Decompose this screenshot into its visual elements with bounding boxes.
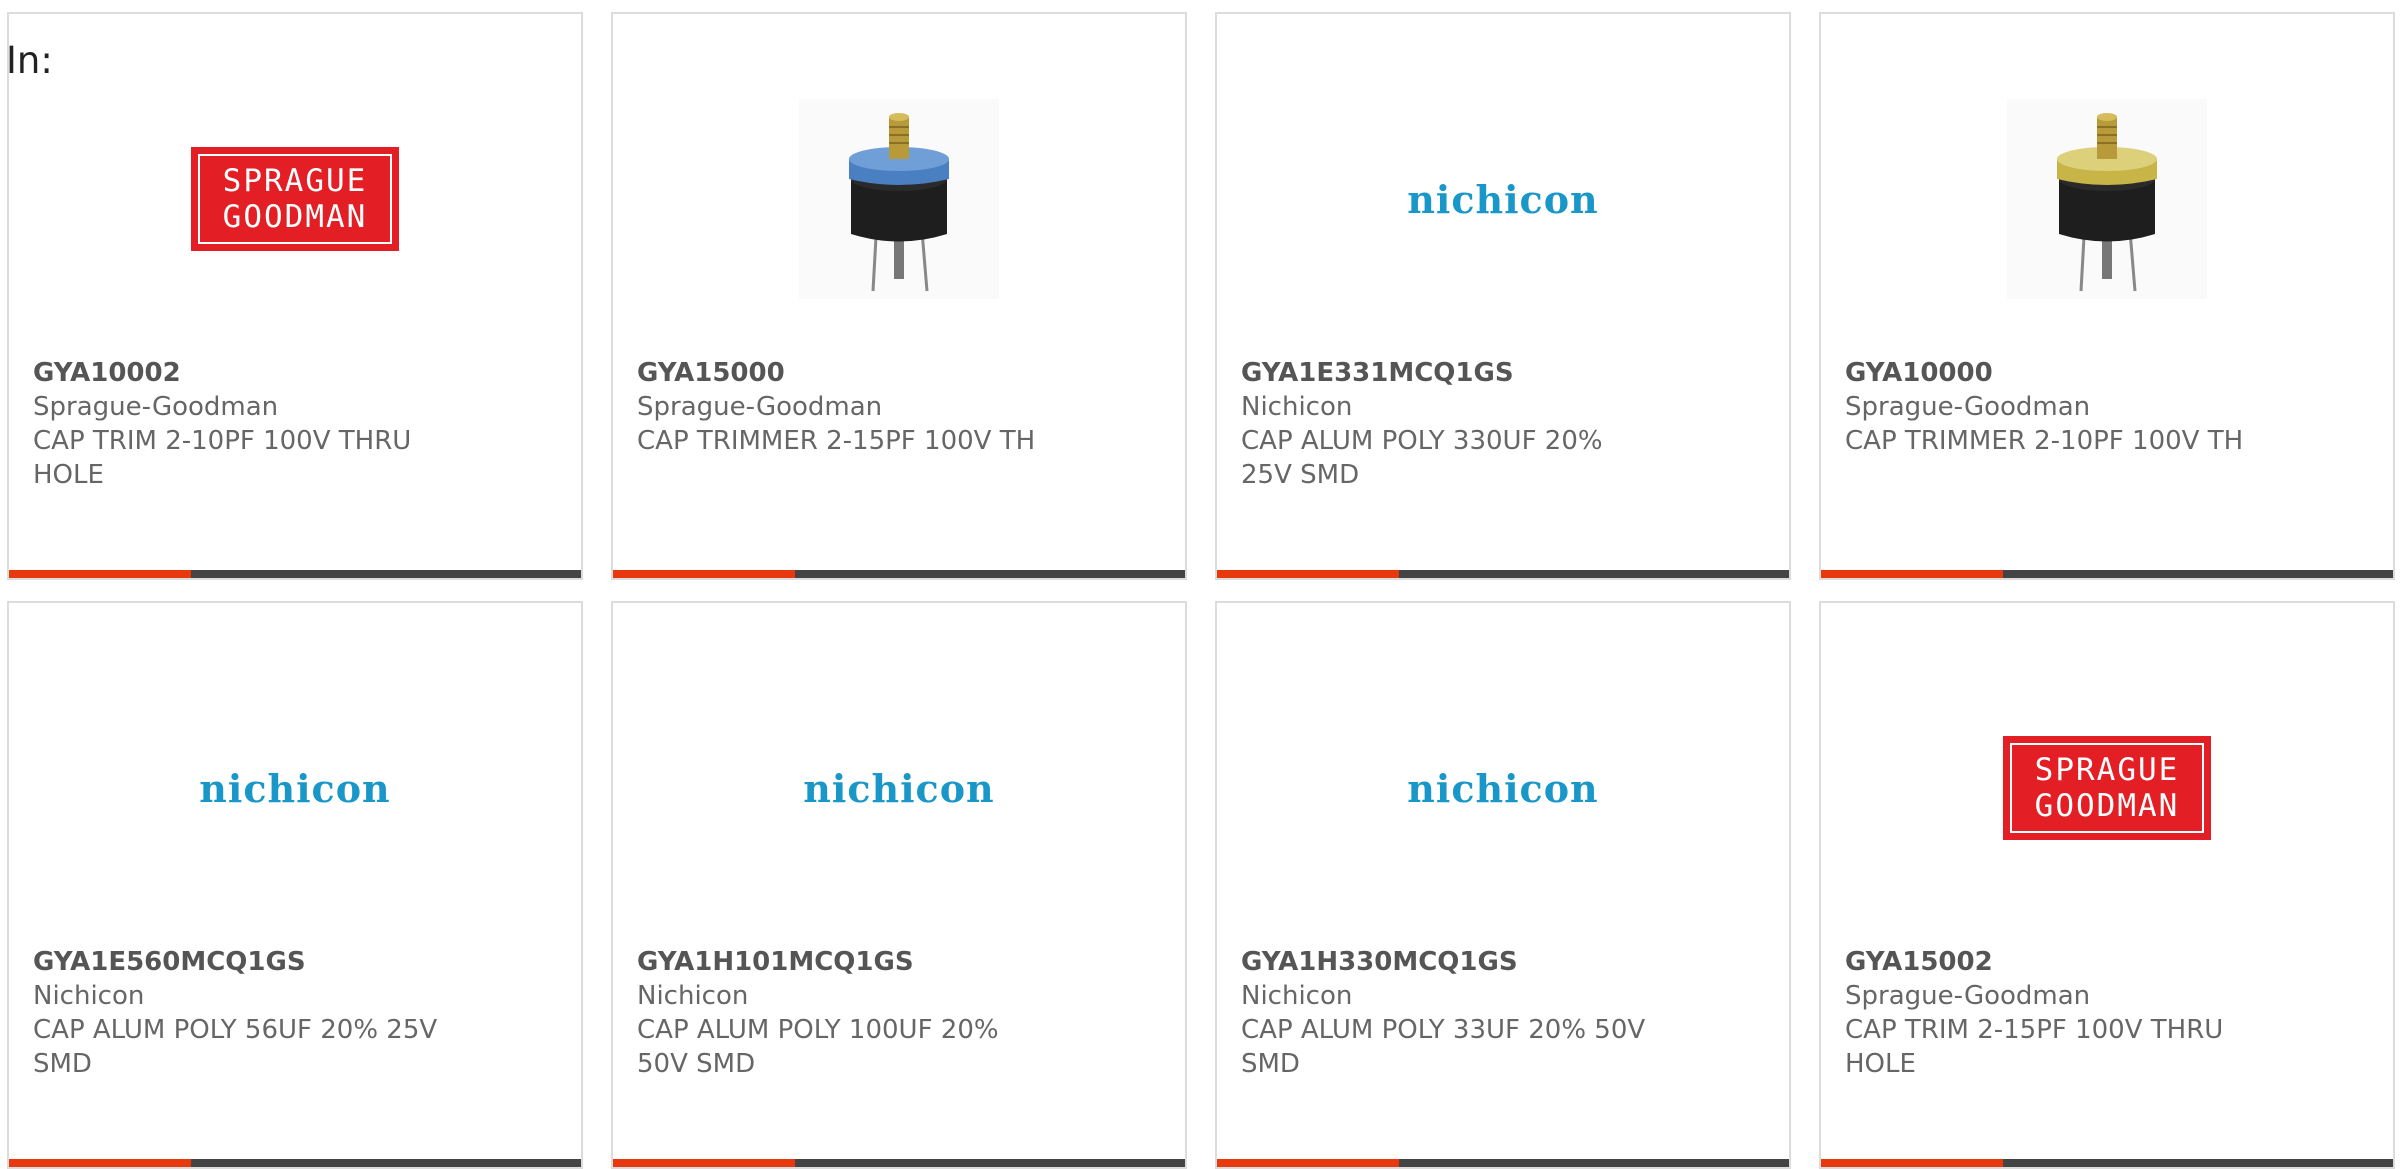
product-description: CAP ALUM POLY 100UF 20% 50V SMD xyxy=(637,1015,999,1079)
part-number[interactable]: GYA10000 xyxy=(1845,356,2369,390)
product-image: nichicon xyxy=(1217,114,1789,284)
card-bottom-bar xyxy=(1217,570,1789,578)
product-image: nichicon xyxy=(613,703,1185,873)
part-number[interactable]: GYA1H101MCQ1GS xyxy=(637,945,1161,979)
part-number[interactable]: GYA1E331MCQ1GS xyxy=(1241,356,1765,390)
product-description: CAP TRIMMER 2-10PF 100V TH xyxy=(1845,426,2244,456)
card-accent-bar xyxy=(1217,570,1399,578)
manufacturer-name: Nichicon xyxy=(637,981,749,1011)
manufacturer-name: Sprague-Goodman xyxy=(1845,392,2091,422)
card-bottom-bar xyxy=(1821,1159,2393,1167)
product-image: SPRAGUE GOODMAN xyxy=(1821,703,2393,873)
card-bottom-bar xyxy=(9,1159,581,1167)
card-accent-bar xyxy=(1821,570,2003,578)
product-description: CAP TRIM 2-15PF 100V THRU HOLE xyxy=(1845,1015,2224,1079)
product-card[interactable]: SPRAGUE GOODMAN GYA15002 Sprague-Goodman… xyxy=(1819,601,2395,1169)
manufacturer-name: Sprague-Goodman xyxy=(33,392,279,422)
product-card[interactable]: SPRAGUE GOODMAN GYA10002 Sprague-Goodman… xyxy=(7,12,583,580)
product-card[interactable]: nichicon GYA1H330MCQ1GS Nichicon CAP ALU… xyxy=(1215,601,1791,1169)
part-number[interactable]: GYA1E560MCQ1GS xyxy=(33,945,557,979)
manufacturer-name: Sprague-Goodman xyxy=(637,392,883,422)
part-number[interactable]: GYA1H330MCQ1GS xyxy=(1241,945,1765,979)
card-accent-bar xyxy=(9,1159,191,1167)
sprague-goodman-logo: SPRAGUE GOODMAN xyxy=(191,147,399,251)
product-card[interactable]: GYA15000 Sprague-Goodman CAP TRIMMER 2-1… xyxy=(611,12,1187,580)
product-image xyxy=(1821,99,2393,299)
product-card[interactable]: nichicon GYA1E331MCQ1GS Nichicon CAP ALU… xyxy=(1215,12,1791,580)
nichicon-logo: nichicon xyxy=(1407,176,1599,222)
card-bottom-bar xyxy=(613,1159,1185,1167)
card-bottom-bar xyxy=(1821,570,2393,578)
card-bottom-bar xyxy=(613,570,1185,578)
card-accent-bar xyxy=(1217,1159,1399,1167)
card-bottom-bar xyxy=(9,570,581,578)
product-description: CAP TRIM 2-10PF 100V THRU HOLE xyxy=(33,426,412,490)
product-card[interactable]: GYA10000 Sprague-Goodman CAP TRIMMER 2-1… xyxy=(1819,12,2395,580)
product-description: CAP TRIMMER 2-15PF 100V TH xyxy=(637,426,1036,456)
manufacturer-name: Sprague-Goodman xyxy=(1845,981,2091,1011)
product-card[interactable]: nichicon GYA1E560MCQ1GS Nichicon CAP ALU… xyxy=(7,601,583,1169)
filter-in-label: In: xyxy=(6,39,53,82)
part-number[interactable]: GYA15002 xyxy=(1845,945,2369,979)
manufacturer-name: Nichicon xyxy=(1241,981,1353,1011)
card-accent-bar xyxy=(613,1159,795,1167)
gold-trimmer-capacitor-photo xyxy=(2007,99,2207,299)
card-accent-bar xyxy=(9,570,191,578)
card-bottom-bar xyxy=(1217,1159,1789,1167)
manufacturer-name: Nichicon xyxy=(1241,392,1353,422)
manufacturer-name: Nichicon xyxy=(33,981,145,1011)
nichicon-logo: nichicon xyxy=(1407,765,1599,811)
nichicon-logo: nichicon xyxy=(199,765,391,811)
blue-trimmer-capacitor-photo xyxy=(799,99,999,299)
part-number[interactable]: GYA15000 xyxy=(637,356,1161,390)
product-image: nichicon xyxy=(1217,703,1789,873)
part-number[interactable]: GYA10002 xyxy=(33,356,557,390)
product-card[interactable]: nichicon GYA1H101MCQ1GS Nichicon CAP ALU… xyxy=(611,601,1187,1169)
product-grid: SPRAGUE GOODMAN GYA10002 Sprague-Goodman… xyxy=(0,0,2400,1169)
sprague-goodman-logo: SPRAGUE GOODMAN xyxy=(2003,736,2211,840)
product-image: SPRAGUE GOODMAN xyxy=(9,114,581,284)
product-description: CAP ALUM POLY 330UF 20% 25V SMD xyxy=(1241,426,1603,490)
card-accent-bar xyxy=(1821,1159,2003,1167)
nichicon-logo: nichicon xyxy=(803,765,995,811)
product-image: nichicon xyxy=(9,703,581,873)
product-description: CAP ALUM POLY 56UF 20% 25V SMD xyxy=(33,1015,438,1079)
product-image xyxy=(613,99,1185,299)
card-accent-bar xyxy=(613,570,795,578)
product-description: CAP ALUM POLY 33UF 20% 50V SMD xyxy=(1241,1015,1646,1079)
